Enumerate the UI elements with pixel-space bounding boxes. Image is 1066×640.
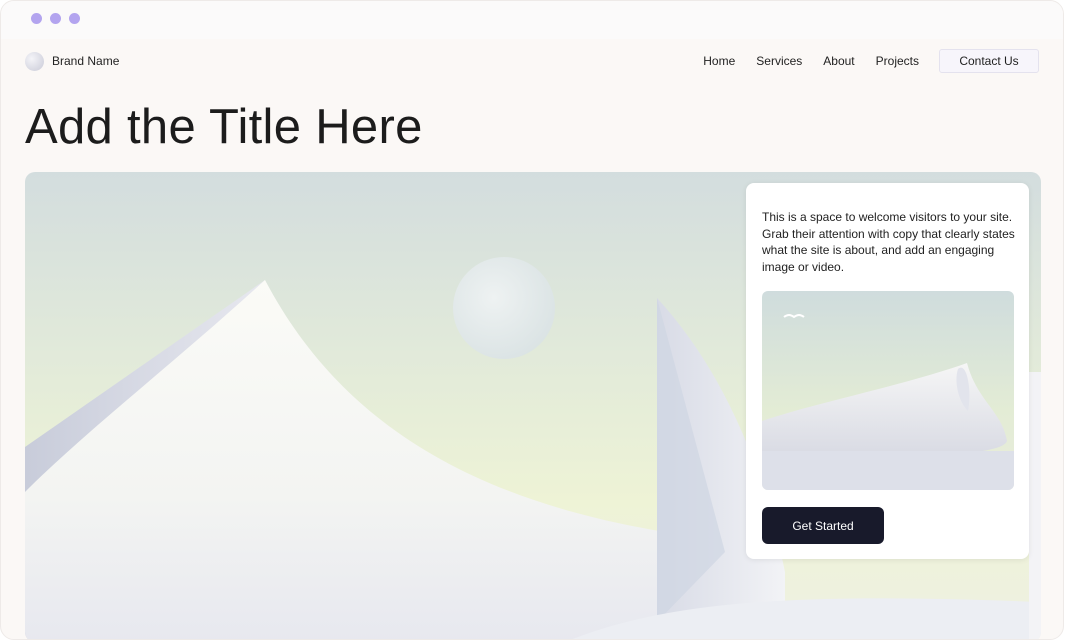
brand[interactable]: Brand Name bbox=[25, 51, 119, 71]
window-dot-icon bbox=[31, 13, 42, 24]
card-image bbox=[762, 291, 1014, 490]
contact-us-button[interactable]: Contact Us bbox=[939, 49, 1039, 73]
brand-logo-icon bbox=[25, 51, 44, 71]
browser-window: Brand Name Home Services About Projects … bbox=[0, 0, 1064, 640]
brand-name: Brand Name bbox=[52, 54, 120, 68]
nav-item-about[interactable]: About bbox=[823, 54, 854, 68]
nav-item-home[interactable]: Home bbox=[703, 54, 735, 68]
nav-item-services[interactable]: Services bbox=[756, 54, 802, 68]
window-title-bar bbox=[1, 1, 1063, 39]
welcome-card: This is a space to welcome visitors to y… bbox=[746, 183, 1029, 559]
nav-item-projects[interactable]: Projects bbox=[876, 54, 919, 68]
welcome-text: This is a space to welcome visitors to y… bbox=[762, 210, 1015, 274]
get-started-button[interactable]: Get Started bbox=[762, 507, 884, 544]
window-dot-icon bbox=[69, 13, 80, 24]
page-title: Add the Title Here bbox=[25, 100, 423, 154]
main-nav: Home Services About Projects Contact Us bbox=[682, 49, 1039, 73]
moon-shape bbox=[453, 257, 555, 359]
window-dot-icon bbox=[50, 13, 61, 24]
